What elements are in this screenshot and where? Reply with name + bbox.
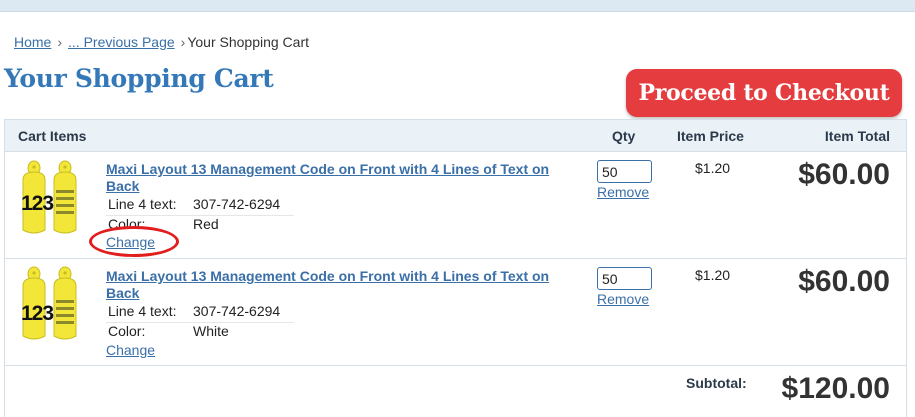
- breadcrumb-separator: ›: [57, 34, 63, 50]
- cart-table: Cart Items Qty Item Price Item Total 123: [4, 119, 907, 417]
- breadcrumb-previous-link[interactable]: ... Previous Page: [68, 34, 175, 50]
- item-total: $60.00: [798, 158, 890, 191]
- quantity-input[interactable]: [597, 160, 652, 183]
- ear-tag-product-image[interactable]: 123: [19, 160, 81, 236]
- top-bar: [0, 0, 915, 12]
- breadcrumb-home-link[interactable]: Home: [14, 34, 51, 50]
- header-item-price: Item Price: [677, 128, 744, 144]
- option-label: Color:: [108, 323, 146, 339]
- product-title-link[interactable]: Maxi Layout 13 Management Code on Front …: [106, 161, 586, 195]
- header-qty: Qty: [612, 128, 636, 144]
- item-price: $1.20: [695, 267, 731, 283]
- option-value: 307-742-6294: [193, 196, 281, 212]
- remove-link[interactable]: Remove: [597, 184, 649, 200]
- breadcrumb: Home ›... Previous Page › Your Shopping Car…: [14, 34, 309, 50]
- quantity-input[interactable]: [597, 267, 652, 290]
- proceed-to-checkout-button[interactable]: Proceed to Checkout: [626, 69, 902, 117]
- header-item-total: Item Total: [824, 128, 890, 144]
- highlight-annotation-circle: [89, 226, 179, 257]
- page-title: Your Shopping Cart: [4, 64, 274, 93]
- option-value: White: [193, 323, 229, 339]
- option-label: Line 4 text:: [108, 196, 177, 212]
- tag-number-text: 123: [21, 302, 54, 325]
- option-value: Red: [193, 216, 219, 232]
- tag-number-text: 123: [21, 192, 54, 215]
- subtotal-label: Subtotal:: [686, 375, 747, 391]
- product-title-link[interactable]: Maxi Layout 13 Management Code on Front …: [106, 268, 586, 302]
- cart-table-header: Cart Items Qty Item Price Item Total: [5, 120, 906, 152]
- ear-tag-product-image[interactable]: 123: [19, 266, 81, 342]
- breadcrumb-separator: ›: [180, 34, 186, 50]
- cart-item-row: 123 Maxi Layout 13 Management Code on Fr…: [5, 259, 906, 366]
- option-label: Line 4 text:: [108, 303, 177, 319]
- item-price: $1.20: [695, 160, 731, 176]
- remove-link[interactable]: Remove: [597, 291, 649, 307]
- item-total: $60.00: [798, 265, 890, 298]
- subtotal-value: $120.00: [781, 372, 890, 405]
- breadcrumb-current: Your Shopping Cart: [187, 34, 310, 50]
- option-value: 307-742-6294: [193, 303, 281, 319]
- change-link[interactable]: Change: [106, 342, 155, 358]
- header-cart-items: Cart Items: [18, 128, 87, 144]
